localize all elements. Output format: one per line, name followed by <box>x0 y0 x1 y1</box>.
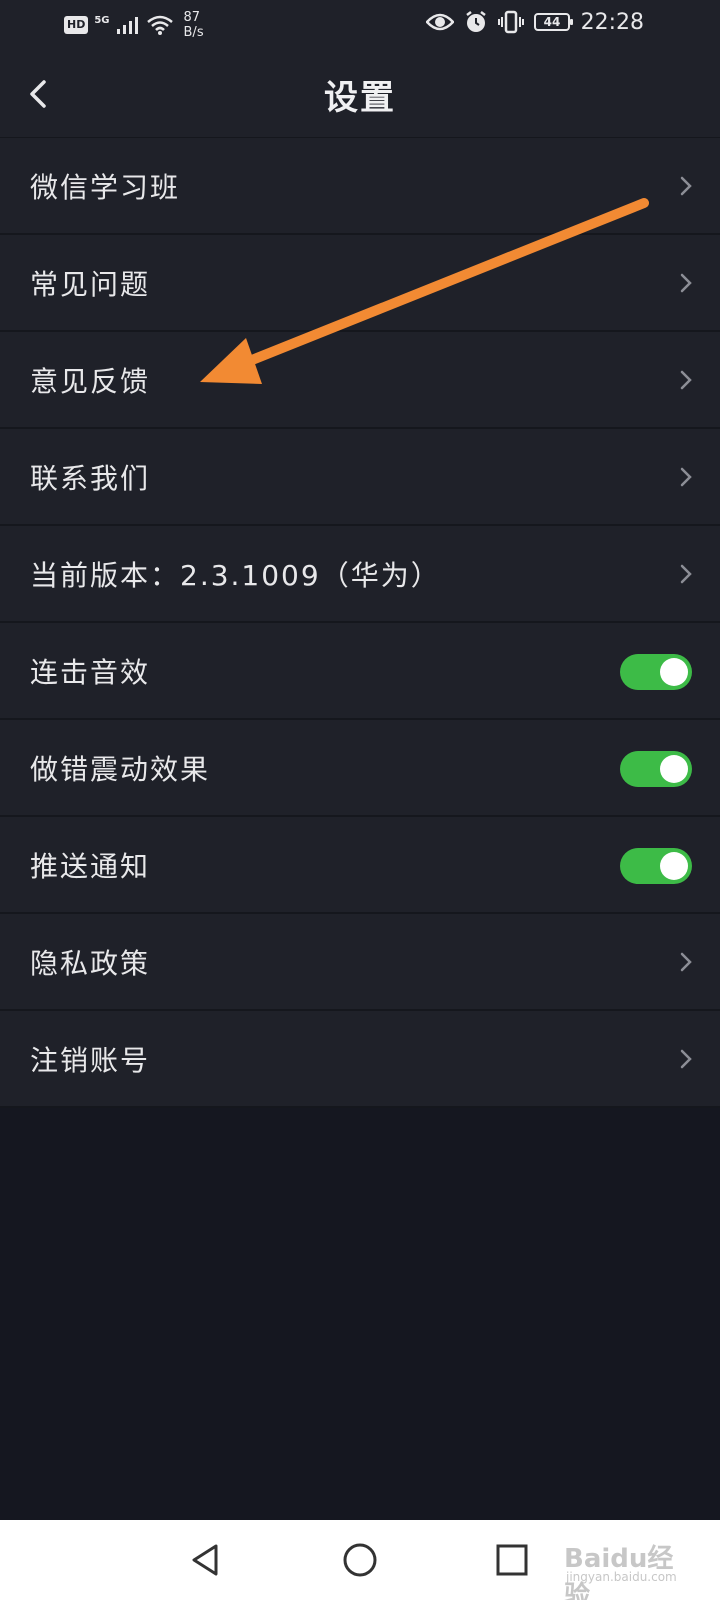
toggle-knob <box>660 755 688 783</box>
setting-row-version[interactable]: 当前版本：2.3.1009（华为） <box>0 526 720 623</box>
net-speed: 87 B/s <box>184 10 204 40</box>
status-right: 44 <box>426 10 573 34</box>
chevron-right-icon <box>680 370 692 390</box>
clock: 22:28 <box>580 10 644 35</box>
header-bar: 设置 <box>0 50 720 138</box>
nav-recents-button[interactable] <box>492 1540 532 1580</box>
circle-home-icon <box>343 1543 377 1577</box>
setting-row-faq[interactable]: 常见问题 <box>0 235 720 332</box>
setting-label: 意见反馈 <box>30 365 151 398</box>
setting-row-feedback[interactable]: 意见反馈 <box>0 332 720 429</box>
battery-icon: 44 <box>534 13 573 31</box>
hd-badge: HD <box>64 16 89 34</box>
setting-label: 做错震动效果 <box>30 753 211 786</box>
setting-label: 当前版本：2.3.1009（华为） <box>30 559 441 592</box>
setting-label: 隐私政策 <box>30 947 151 980</box>
battery-level: 44 <box>543 15 561 29</box>
network-type: 5G <box>94 14 110 26</box>
status-left: HD 5G 87 B/s <box>64 10 204 40</box>
toggle-knob <box>660 658 688 686</box>
error-vibration-toggle[interactable] <box>620 751 692 787</box>
wifi-icon <box>146 15 173 35</box>
setting-row-privacy-policy[interactable]: 隐私政策 <box>0 914 720 1011</box>
setting-row-push-notification: 推送通知 <box>0 817 720 914</box>
setting-row-contact-us[interactable]: 联系我们 <box>0 429 720 526</box>
signal-icon <box>116 17 138 34</box>
setting-label: 微信学习班 <box>30 171 181 204</box>
net-speed-value: 87 <box>183 10 201 25</box>
net-speed-unit: B/s <box>183 25 204 40</box>
watermark-sub: jingyan.baidu.com <box>566 1570 677 1584</box>
baidu-watermark: Baidu经验 jingyan.baidu.com <box>544 1534 684 1600</box>
settings-list: 微信学习班 常见问题 意见反馈 联系我们 当前版本：2.3.1009（华为） 连… <box>0 138 720 1108</box>
setting-label: 常见问题 <box>30 268 151 301</box>
chevron-right-icon <box>680 1049 692 1069</box>
alarm-icon <box>466 11 486 32</box>
watermark-text: Baidu经验 <box>564 1544 674 1600</box>
triangle-back-icon <box>192 1544 218 1576</box>
push-notification-toggle[interactable] <box>620 848 692 884</box>
chevron-right-icon <box>680 176 692 196</box>
vibrate-icon <box>498 10 524 34</box>
setting-row-error-vibration: 做错震动效果 <box>0 720 720 817</box>
square-recents-icon <box>496 1544 528 1576</box>
chevron-right-icon <box>680 952 692 972</box>
navigation-bar: Baidu经验 jingyan.baidu.com <box>0 1520 720 1600</box>
setting-row-combo-sound: 连击音效 <box>0 623 720 720</box>
chevron-right-icon <box>680 273 692 293</box>
settings-screen: HD 5G 87 B/s 44 22:28 设置 微信学习班 常见问题 意见反馈… <box>0 0 720 1600</box>
setting-label: 推送通知 <box>30 850 151 883</box>
chevron-right-icon <box>680 467 692 487</box>
status-bar: HD 5G 87 B/s 44 22:28 <box>0 0 720 50</box>
setting-label: 联系我们 <box>30 462 151 495</box>
setting-label: 注销账号 <box>30 1044 151 1077</box>
setting-row-wechat-class[interactable]: 微信学习班 <box>0 138 720 235</box>
setting-label: 连击音效 <box>30 656 151 689</box>
toggle-knob <box>660 852 688 880</box>
eye-icon <box>426 13 454 31</box>
nav-back-button[interactable] <box>186 1540 226 1580</box>
nav-home-button[interactable] <box>340 1540 380 1580</box>
combo-sound-toggle[interactable] <box>620 654 692 690</box>
setting-row-delete-account[interactable]: 注销账号 <box>0 1011 720 1108</box>
chevron-right-icon <box>680 564 692 584</box>
page-title: 设置 <box>324 78 396 118</box>
